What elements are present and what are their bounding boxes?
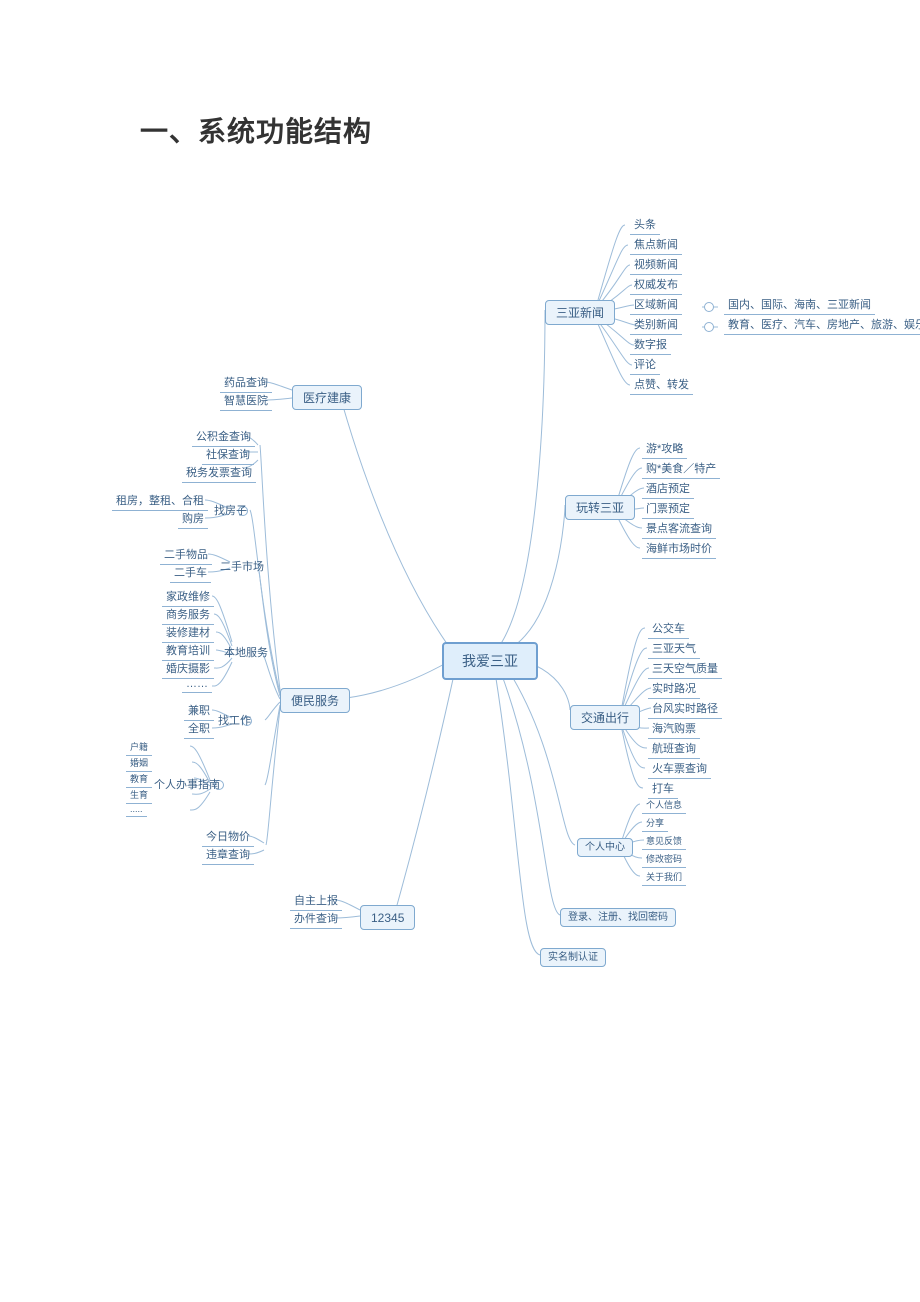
leaf-second-0[interactable]: 二手物品 xyxy=(160,546,212,565)
branch-login[interactable]: 登录、注册、找回密码 xyxy=(560,908,676,927)
leaf-news-1[interactable]: 焦点新闻 xyxy=(630,236,682,255)
leaf-play-4[interactable]: 景点客流查询 xyxy=(642,520,716,539)
branch-civic[interactable]: 便民服务 xyxy=(280,688,350,713)
leaf-profile-4[interactable]: 关于我们 xyxy=(642,870,686,886)
leaf-local-5[interactable]: …… xyxy=(182,678,212,693)
leaf-civic-top-1[interactable]: 社保查询 xyxy=(202,446,254,465)
leaf-news-8[interactable]: 点赞、转发 xyxy=(630,376,693,395)
leaf-house-1[interactable]: 购房 xyxy=(178,510,208,529)
branch-news[interactable]: 三亚新闻 xyxy=(545,300,615,325)
leaf-news-0[interactable]: 头条 xyxy=(630,216,660,235)
leaf-traffic-2[interactable]: 三天空气质量 xyxy=(648,660,722,679)
leaf-traffic-3[interactable]: 实时路况 xyxy=(648,680,700,699)
leaf-house-0[interactable]: 租房，整租、合租 xyxy=(112,492,208,511)
leaf-traffic-0[interactable]: 公交车 xyxy=(648,620,689,639)
subhub-local[interactable]: 本地服务 xyxy=(220,644,272,662)
branch-health[interactable]: 医疗建康 xyxy=(292,385,362,410)
branch-realname[interactable]: 实名制认证 xyxy=(540,948,606,967)
leaf-play-5[interactable]: 海鲜市场时价 xyxy=(642,540,716,559)
leaf-news-4[interactable]: 区域新闻 xyxy=(630,296,682,315)
leaf-civic-bot-1[interactable]: 违章查询 xyxy=(202,846,254,865)
leaf-traffic-1[interactable]: 三亚天气 xyxy=(648,640,700,659)
leaf-traffic-4[interactable]: 台风实时路径 xyxy=(648,700,722,719)
expand-dot[interactable] xyxy=(704,302,714,312)
leaf-12345-0[interactable]: 自主上报 xyxy=(290,892,342,911)
page-title: 一、系统功能结构 xyxy=(0,0,920,150)
leaf-news-2[interactable]: 视频新闻 xyxy=(630,256,682,275)
leaf-traffic-7[interactable]: 火车票查询 xyxy=(648,760,711,779)
leaf-news-3[interactable]: 权威发布 xyxy=(630,276,682,295)
leaf-traffic-6[interactable]: 航班查询 xyxy=(648,740,700,759)
leaf-guide-1[interactable]: 婚姻 xyxy=(126,756,152,772)
subhub-guide[interactable]: 个人办事指南 xyxy=(150,776,224,794)
leaf-job-0[interactable]: 兼职 xyxy=(184,702,214,721)
leaf-news-7[interactable]: 评论 xyxy=(630,356,660,375)
subhub-house[interactable]: 找房子 xyxy=(210,502,251,520)
leaf-news-6[interactable]: 数字报 xyxy=(630,336,671,355)
leaf-news-category-note: 教育、医疗、汽车、房地产、旅游、娱乐 xyxy=(724,316,920,335)
leaf-civic-top-2[interactable]: 税务发票查询 xyxy=(182,464,256,483)
leaf-play-3[interactable]: 门票预定 xyxy=(642,500,694,519)
leaf-local-2[interactable]: 装修建材 xyxy=(162,624,214,643)
leaf-guide-4[interactable]: ..... xyxy=(126,804,147,817)
leaf-news-region-note: 国内、国际、海南、三亚新闻 xyxy=(724,296,875,315)
subhub-job[interactable]: 找工作 xyxy=(214,712,255,730)
leaf-play-1[interactable]: 购*美食／特产 xyxy=(642,460,720,479)
leaf-local-1[interactable]: 商务服务 xyxy=(162,606,214,625)
center-node[interactable]: 我爱三亚 xyxy=(442,642,538,680)
branch-profile[interactable]: 个人中心 xyxy=(577,838,633,857)
branch-12345[interactable]: 12345 xyxy=(360,905,415,930)
leaf-traffic-8[interactable]: 打车 xyxy=(648,780,678,799)
leaf-profile-1[interactable]: 分享 xyxy=(642,816,668,832)
branch-traffic[interactable]: 交通出行 xyxy=(570,705,640,730)
leaf-health-0[interactable]: 药品查询 xyxy=(220,374,272,393)
leaf-profile-0[interactable]: 个人信息 xyxy=(642,798,686,814)
leaf-play-0[interactable]: 游*攻略 xyxy=(642,440,687,459)
branch-play[interactable]: 玩转三亚 xyxy=(565,495,635,520)
leaf-news-5[interactable]: 类别新闻 xyxy=(630,316,682,335)
leaf-local-0[interactable]: 家政维修 xyxy=(162,588,214,607)
leaf-guide-3[interactable]: 生育 xyxy=(126,788,152,804)
expand-dot[interactable] xyxy=(704,322,714,332)
leaf-job-1[interactable]: 全职 xyxy=(184,720,214,739)
leaf-play-2[interactable]: 酒店预定 xyxy=(642,480,694,499)
leaf-traffic-5[interactable]: 海汽购票 xyxy=(648,720,700,739)
leaf-guide-2[interactable]: 教育 xyxy=(126,772,152,788)
subhub-second[interactable]: 二手市场 xyxy=(216,558,268,576)
leaf-profile-2[interactable]: 意见反馈 xyxy=(642,834,686,850)
leaf-local-3[interactable]: 教育培训 xyxy=(162,642,214,661)
leaf-second-1[interactable]: 二手车 xyxy=(170,564,211,583)
leaf-health-1[interactable]: 智慧医院 xyxy=(220,392,272,411)
leaf-profile-3[interactable]: 修改密码 xyxy=(642,852,686,868)
mindmap-canvas: 我爱三亚 三亚新闻 头条 焦点新闻 视频新闻 权威发布 区域新闻 国内、国际、海… xyxy=(0,190,920,1020)
leaf-civic-bot-0[interactable]: 今日物价 xyxy=(202,828,254,847)
leaf-civic-top-0[interactable]: 公积金查询 xyxy=(192,428,255,447)
leaf-local-4[interactable]: 婚庆摄影 xyxy=(162,660,214,679)
leaf-12345-1[interactable]: 办件查询 xyxy=(290,910,342,929)
leaf-guide-0[interactable]: 户籍 xyxy=(126,740,152,756)
